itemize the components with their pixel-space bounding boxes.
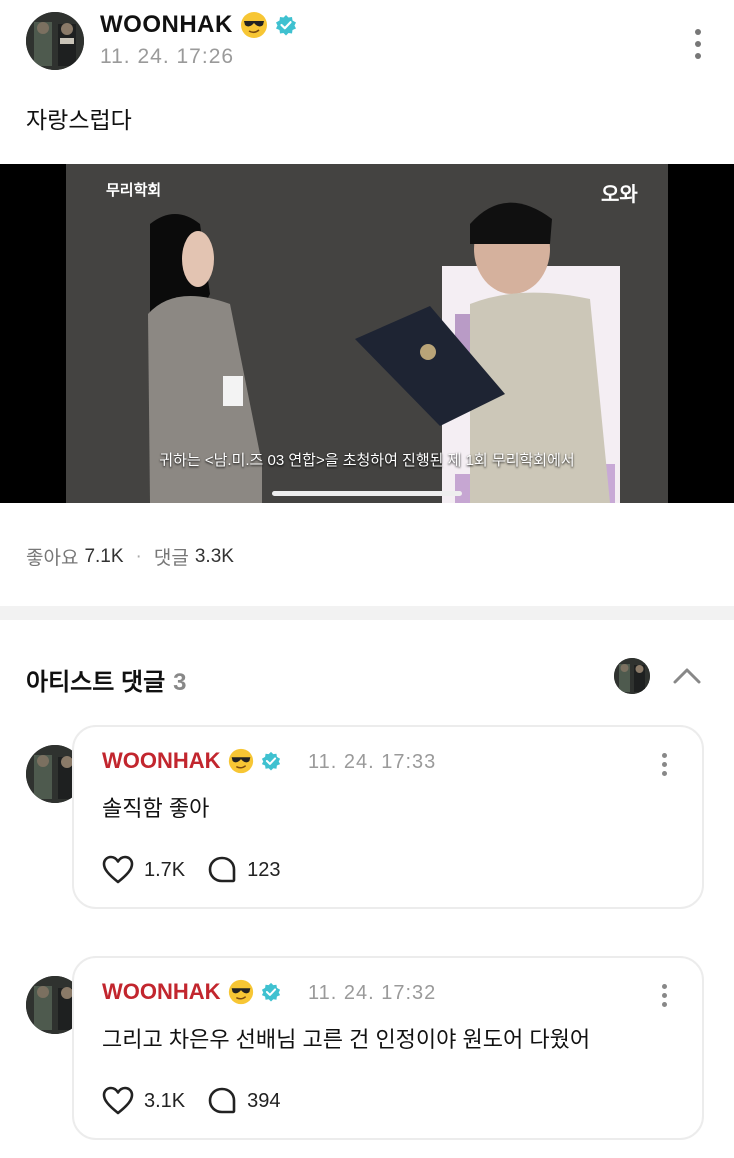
sunglasses-emoji-icon	[240, 12, 267, 38]
dot-icon	[661, 761, 667, 767]
heart-icon	[102, 855, 134, 884]
reply-button[interactable]: 123	[207, 855, 281, 885]
post-stats: 좋아요 7.1K · 댓글 3.3K	[26, 543, 234, 570]
dot-icon	[661, 770, 667, 776]
dot-icon	[695, 53, 701, 59]
comment-author-name[interactable]: WOONHAK	[102, 748, 221, 774]
dot-icon	[661, 983, 667, 989]
post-date: 11. 24. 17:26	[100, 45, 235, 68]
comments-label: 댓글	[153, 548, 189, 569]
like-count: 1.7K	[144, 858, 186, 881]
author-name[interactable]: WOONHAK	[100, 11, 233, 39]
comment-bubble-icon	[208, 856, 236, 883]
comment-author-name[interactable]: WOONHAK	[102, 979, 221, 1005]
video-logo-right: 오와	[601, 184, 638, 206]
artist-comment-card[interactable]: WOONHAK 11. 24. 17:32 그리고 차은우 선배님 고른 건 인…	[72, 956, 704, 1140]
comment-author-row[interactable]: WOONHAK	[102, 978, 281, 1006]
like-button[interactable]: 1.7K	[102, 855, 185, 885]
author-avatar[interactable]	[26, 12, 84, 70]
artist-comments-title: 아티스트 댓글 3	[26, 662, 187, 697]
video-player[interactable]: 무리학회 오와 귀하는 <남.미.즈 03 연합>을 초청하여 진행된 제 1회…	[0, 164, 734, 503]
comment-actions: 3.1K 394	[102, 1086, 281, 1116]
artist-avatar-small[interactable]	[614, 658, 650, 694]
post-header: WOONHAK 11. 24. 17:26	[0, 0, 734, 90]
section-title-text: 아티스트 댓글	[26, 669, 166, 696]
more-options-button[interactable]	[686, 24, 710, 64]
author-name-row[interactable]: WOONHAK	[100, 10, 297, 40]
video-logo-left: 무리학회	[106, 182, 162, 199]
likes-label: 좋아요	[26, 548, 79, 569]
comment-author-row[interactable]: WOONHAK	[102, 747, 281, 775]
comment-actions: 1.7K 123	[102, 855, 281, 885]
verified-badge-icon	[261, 751, 280, 771]
comment-text: 그리고 차은우 선배님 고른 건 인정이야 원도어 다웠어	[102, 1027, 591, 1052]
section-count: 3	[173, 669, 187, 696]
video-subtitle: 귀하는 <남.미.즈 03 연합>을 초청하여 진행된 제 1회 무리학회에서	[159, 452, 575, 469]
sunglasses-emoji-icon	[228, 748, 253, 774]
heart-icon	[102, 1086, 134, 1115]
likes-count[interactable]: 7.1K	[84, 546, 123, 568]
video-progress-bar[interactable]	[272, 491, 462, 496]
like-count: 3.1K	[144, 1089, 186, 1112]
collapse-chevron-up-icon[interactable]	[672, 662, 702, 688]
comment-text: 솔직함 좋아	[102, 796, 210, 821]
comments-count[interactable]: 3.3K	[195, 546, 234, 568]
comment-date: 11. 24. 17:33	[308, 751, 437, 773]
reply-count: 123	[247, 858, 281, 881]
comment-more-button[interactable]	[652, 980, 676, 1010]
reply-count: 394	[247, 1089, 281, 1112]
sunglasses-emoji-icon	[228, 979, 253, 1005]
dot-icon	[695, 41, 701, 47]
like-button[interactable]: 3.1K	[102, 1086, 185, 1116]
separator-dot: ·	[135, 545, 142, 567]
verified-badge-icon	[275, 15, 296, 36]
verified-badge-icon	[261, 982, 280, 1002]
comment-date: 11. 24. 17:32	[308, 982, 437, 1004]
dot-icon	[661, 1001, 667, 1007]
section-divider	[0, 606, 734, 620]
dot-icon	[661, 992, 667, 998]
comment-bubble-icon	[208, 1087, 236, 1114]
post-text: 자랑스럽다	[26, 107, 132, 133]
dot-icon	[695, 29, 701, 35]
dot-icon	[661, 752, 667, 758]
comment-more-button[interactable]	[652, 749, 676, 779]
artist-comment-card[interactable]: WOONHAK 11. 24. 17:33 솔직함 좋아 1.7K 123	[72, 725, 704, 909]
reply-button[interactable]: 394	[207, 1086, 281, 1116]
